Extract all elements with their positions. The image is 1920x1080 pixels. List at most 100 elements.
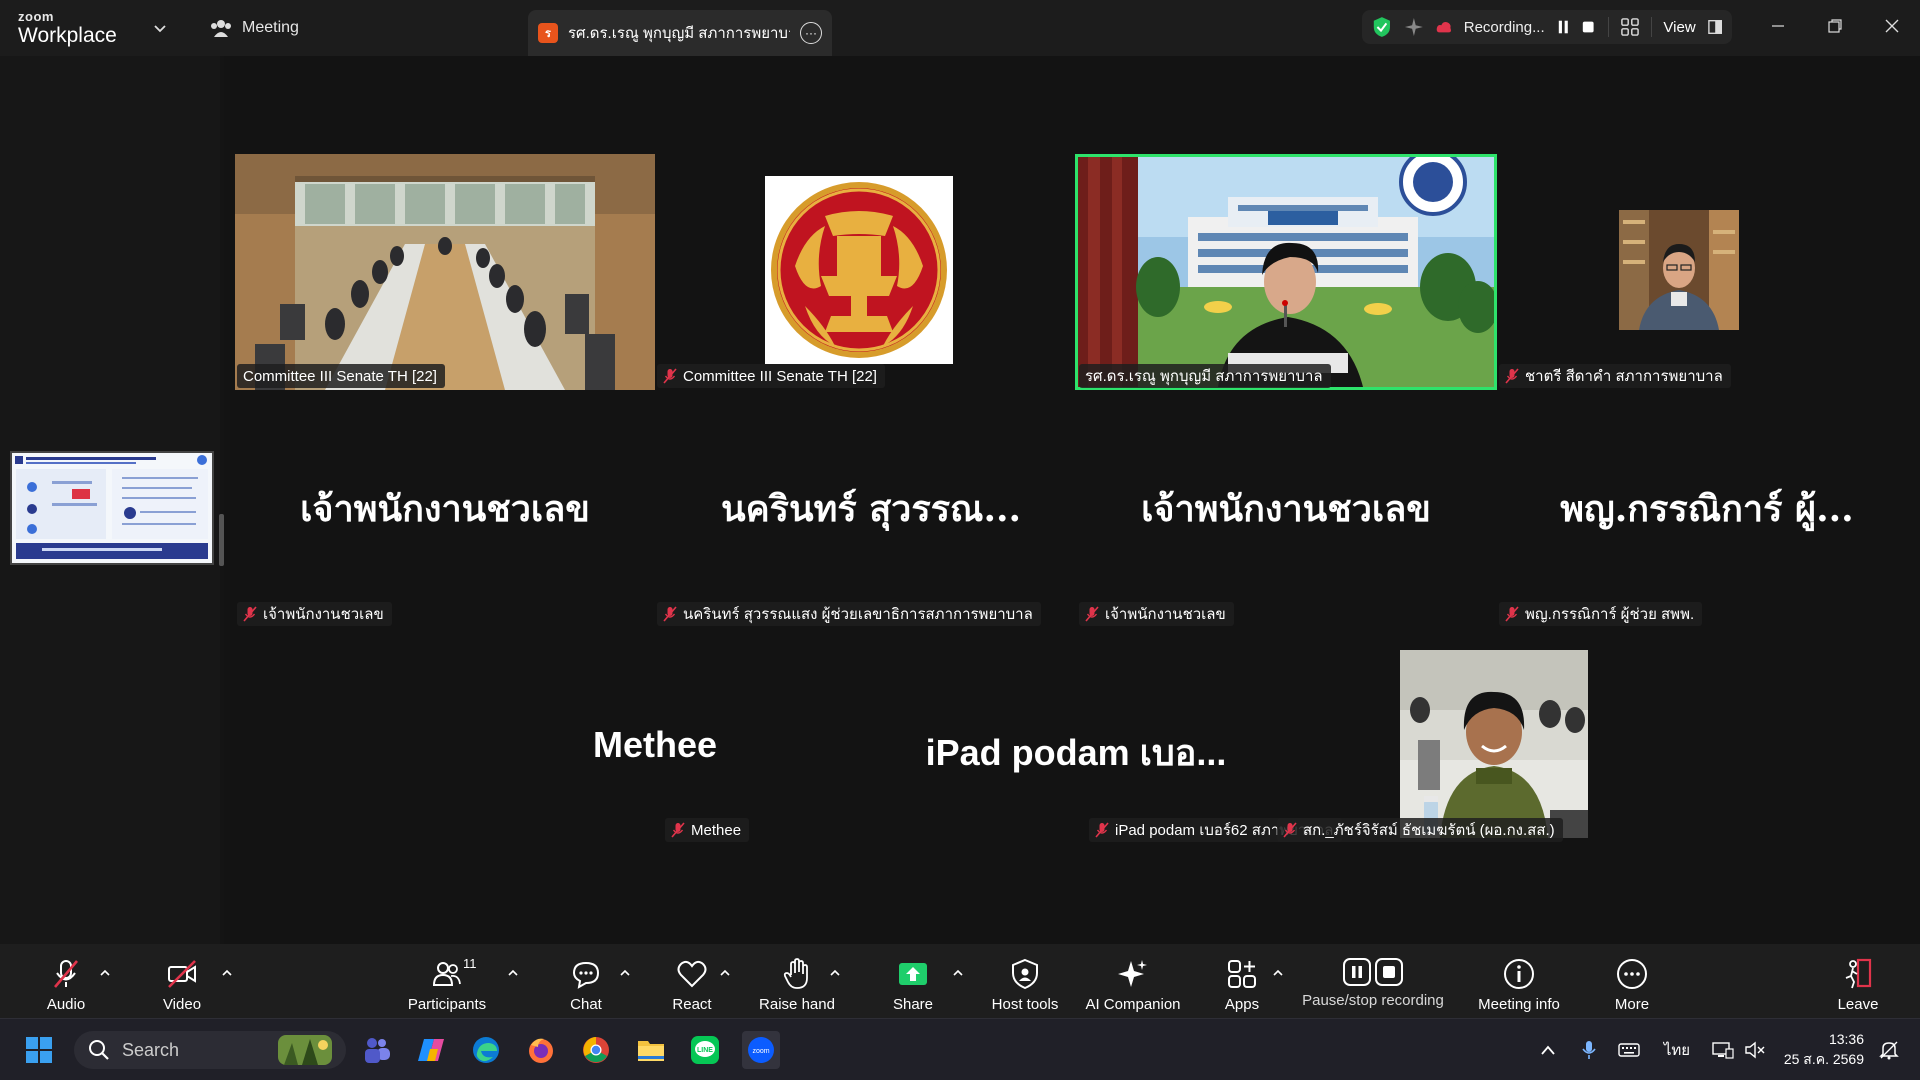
participants-count: 11	[463, 956, 477, 971]
view-label[interactable]: View	[1663, 19, 1695, 36]
chat-icon	[572, 961, 600, 989]
window-controls	[1749, 0, 1920, 52]
chevron-up-icon[interactable]	[98, 966, 112, 980]
participant-tile-active-speaker[interactable]: รศ.ดร.เรณู พุกบุญมี สภาการพยาบาล	[1075, 154, 1497, 390]
participant-display-name: นครินทร์ สุวรรณ...	[720, 488, 1022, 530]
ai-sparkle-icon[interactable]	[1404, 16, 1424, 38]
participant-tile[interactable]: iPad podam เบอ... iPad podam เบอร์62 สภา…	[865, 628, 1342, 864]
line-icon[interactable]: LINE	[686, 1031, 724, 1069]
windows-taskbar: Search LINE zoom ไทย 13:36 25 ส.ค. 2569	[0, 1018, 1920, 1080]
more-button[interactable]: More	[1602, 944, 1662, 1018]
chevron-down-icon[interactable]	[150, 18, 170, 38]
shield-check-icon[interactable]	[1372, 15, 1392, 39]
participant-name-label: เจ้าพนักงานชวเลข	[237, 602, 392, 626]
participant-name-label: ชาตรี สีดาคำ สภาการพยาบาล	[1499, 364, 1731, 388]
shared-screen-thumbnail[interactable]	[10, 451, 214, 565]
zoom-workplace-logo[interactable]: zoom Workplace	[18, 10, 117, 46]
chevron-up-icon[interactable]	[220, 966, 234, 980]
participant-tile[interactable]: เจ้าพนักงานชวเลข เจ้าพนักงานชวเลข	[235, 392, 655, 628]
copilot-icon[interactable]	[412, 1031, 450, 1069]
search-highlight-image	[278, 1035, 332, 1065]
mic-muted-icon	[1283, 822, 1297, 838]
ai-sparkle-icon	[1118, 960, 1147, 987]
chat-label: Chat	[570, 996, 602, 1013]
teams-icon[interactable]	[358, 1031, 396, 1069]
chevron-up-icon[interactable]	[618, 966, 632, 980]
meeting-status-bar: Recording... View	[1362, 10, 1732, 44]
minimize-icon[interactable]	[1749, 0, 1806, 52]
zoom-icon[interactable]: zoom	[742, 1031, 780, 1069]
stop-icon[interactable]	[1581, 19, 1595, 35]
pause-icon[interactable]	[1557, 19, 1570, 35]
notification-icon[interactable]	[1876, 1037, 1902, 1063]
participant-name: Committee III Senate TH [22]	[243, 367, 437, 385]
participant-name: Committee III Senate TH [22]	[683, 367, 877, 385]
raise-hand-label: Raise hand	[759, 996, 835, 1013]
firefox-icon[interactable]	[522, 1031, 560, 1069]
participant-display-name: Methee	[592, 724, 718, 765]
meeting-info-button[interactable]: Meeting info	[1468, 944, 1570, 1018]
apps-button[interactable]: Apps	[1212, 944, 1272, 1018]
raise-hand-button[interactable]: Raise hand	[752, 944, 842, 1018]
pause-stop-recording-button[interactable]: Pause/stop recording	[1298, 944, 1448, 1018]
chevron-up-icon[interactable]	[718, 966, 732, 980]
video-label: Video	[162, 996, 202, 1013]
ai-companion-label: AI Companion	[1085, 996, 1181, 1013]
participant-thumb-video	[1619, 210, 1739, 330]
view-layout-icon[interactable]	[1707, 19, 1722, 35]
title-bar: zoom Workplace Meeting ร รศ.ดร.เรณู พุกบ…	[0, 0, 1920, 56]
mic-muted-icon	[663, 606, 677, 622]
chevron-up-icon[interactable]	[828, 966, 842, 980]
react-label: React	[672, 996, 712, 1013]
file-explorer-icon[interactable]	[632, 1031, 670, 1069]
language-indicator[interactable]: ไทย	[1658, 1037, 1696, 1063]
chevron-up-icon[interactable]	[951, 966, 965, 980]
participant-tile[interactable]: พญ.กรรณิการ์ ผู้... พญ.กรรณิการ์ ผู้ช่วย…	[1497, 392, 1917, 628]
react-button[interactable]: React	[662, 944, 722, 1018]
participant-tile[interactable]: Committee III Senate TH [22]	[235, 154, 655, 390]
share-button[interactable]: Share	[883, 944, 943, 1018]
participant-tile[interactable]: ชาตรี สีดาคำ สภาการพยาบาล	[1497, 154, 1917, 390]
microphone-icon[interactable]	[1576, 1037, 1602, 1063]
video-button[interactable]: Video	[152, 944, 212, 1018]
participants-button[interactable]: 11 Participants	[402, 944, 492, 1018]
recording-controls-icons	[1343, 958, 1403, 986]
participant-tile[interactable]: Methee Methee	[445, 628, 865, 864]
mic-muted-icon	[1505, 368, 1519, 384]
chevron-up-icon[interactable]	[1535, 1037, 1561, 1063]
tab-meeting[interactable]: Meeting	[210, 14, 299, 42]
ai-companion-button[interactable]: AI Companion	[1082, 944, 1184, 1018]
more-options-icon[interactable]: ···	[800, 22, 822, 44]
audio-button[interactable]: Audio	[36, 944, 96, 1018]
chat-button[interactable]: Chat	[556, 944, 616, 1018]
speaker-muted-icon[interactable]	[1742, 1037, 1768, 1063]
windows-start-icon[interactable]	[20, 1031, 58, 1069]
more-icon	[1617, 959, 1647, 989]
network-icon[interactable]	[1710, 1037, 1736, 1063]
chrome-icon[interactable]	[577, 1031, 615, 1069]
restore-icon[interactable]	[1806, 0, 1863, 52]
mic-muted-icon	[243, 606, 257, 622]
participant-tile[interactable]: เจ้าพนักงานชวเลข เจ้าพนักงานชวเลข	[1075, 392, 1497, 628]
taskbar-search[interactable]: Search	[74, 1031, 346, 1069]
grid-view-icon[interactable]	[1620, 17, 1639, 37]
pause-recording-label: Pause/stop recording	[1302, 992, 1444, 1009]
participant-tile[interactable]: สก._ภัชร์จิรัสม์ ธัชเมฆรัตน์ (ผอ.กง.สส.)	[1277, 628, 1707, 864]
chevron-up-icon[interactable]	[1271, 966, 1285, 980]
participant-tile[interactable]: Committee III Senate TH [22]	[655, 154, 1087, 390]
chevron-up-icon[interactable]	[506, 966, 520, 980]
close-icon[interactable]	[1863, 0, 1920, 52]
clock[interactable]: 13:36 25 ส.ค. 2569	[1784, 1029, 1864, 1069]
participant-tile[interactable]: นครินทร์ สุวรรณ... นครินทร์ สุวรรณแสง ผู…	[655, 392, 1087, 628]
host-tools-button[interactable]: Host tools	[984, 944, 1066, 1018]
tab-active-title: รศ.ดร.เรณู พุกบุญมี สภาการพยาบาล's	[568, 25, 790, 42]
participant-display-name: เจ้าพนักงานชวเลข	[1141, 488, 1431, 530]
tab-meeting-label: Meeting	[242, 19, 299, 36]
leave-button[interactable]: Leave	[1828, 944, 1888, 1018]
edge-icon[interactable]	[467, 1031, 505, 1069]
participant-name-label: สก._ภัชร์จิรัสม์ ธัชเมฆรัตน์ (ผอ.กง.สส.)	[1277, 818, 1563, 842]
gallery-grid: Committee III Senate TH [22] Committee I…	[224, 56, 1920, 944]
keyboard-icon[interactable]	[1616, 1037, 1642, 1063]
tab-active-meeting[interactable]: ร รศ.ดร.เรณู พุกบุญมี สภาการพยาบาล's ···	[528, 10, 832, 56]
participant-name: สก._ภัชร์จิรัสม์ ธัชเมฆรัตน์ (ผอ.กง.สส.)	[1303, 822, 1555, 839]
